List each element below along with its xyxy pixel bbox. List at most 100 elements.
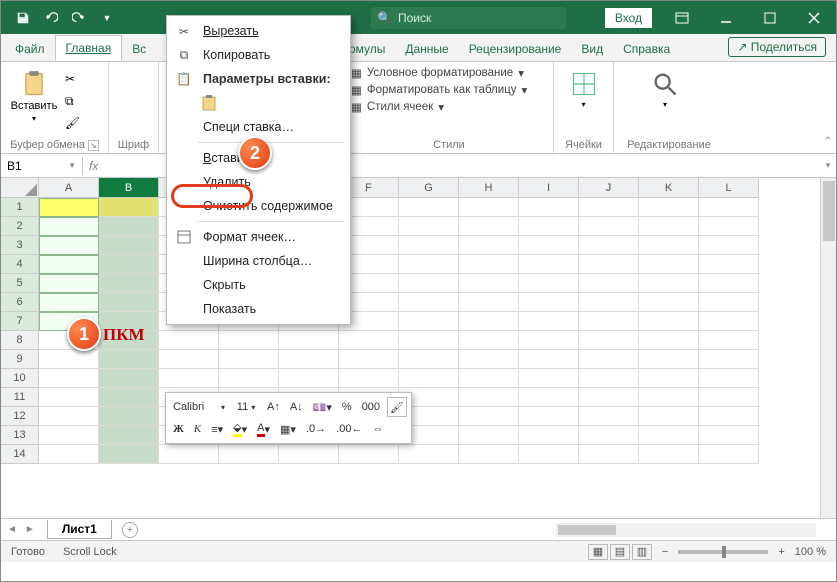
cell[interactable] (459, 198, 519, 217)
cell[interactable] (39, 217, 99, 236)
cell[interactable] (639, 426, 699, 445)
cell[interactable] (639, 198, 699, 217)
cell[interactable] (519, 255, 579, 274)
conditional-formatting-button[interactable]: ▦Условное форматирование ▾ (351, 66, 527, 80)
cell[interactable] (699, 217, 759, 236)
cell[interactable] (579, 312, 639, 331)
cell[interactable] (699, 255, 759, 274)
cell[interactable] (219, 445, 279, 464)
cell[interactable] (159, 445, 219, 464)
cell[interactable] (99, 236, 159, 255)
ctx-copy[interactable]: ⧉Копировать (167, 43, 350, 67)
mini-fill-color-icon[interactable]: ⬙▾ (230, 419, 250, 439)
cell[interactable] (519, 350, 579, 369)
cell[interactable] (39, 293, 99, 312)
sheet-tab-1[interactable]: Лист1 (47, 520, 112, 539)
cell[interactable] (459, 350, 519, 369)
cell[interactable] (219, 369, 279, 388)
row-header-14[interactable]: 14 (1, 445, 39, 464)
tab-view[interactable]: Вид (571, 37, 613, 61)
cell[interactable] (459, 312, 519, 331)
cell[interactable] (399, 217, 459, 236)
tab-data[interactable]: Данные (395, 37, 458, 61)
cell[interactable] (39, 407, 99, 426)
cell[interactable] (519, 198, 579, 217)
cell[interactable] (279, 369, 339, 388)
cell[interactable] (519, 388, 579, 407)
cell[interactable] (459, 293, 519, 312)
sheet-nav[interactable]: ◄► (1, 524, 41, 535)
cell[interactable] (99, 426, 159, 445)
search-box[interactable]: 🔍 (371, 7, 566, 29)
col-header-I[interactable]: I (519, 178, 579, 198)
mini-percent-icon[interactable]: % (339, 397, 355, 417)
cell[interactable] (639, 255, 699, 274)
ctx-delete[interactable]: Удалить (167, 170, 350, 194)
cell[interactable] (579, 331, 639, 350)
zoom-in-icon[interactable]: + (778, 546, 784, 558)
cell[interactable] (639, 407, 699, 426)
cell[interactable] (639, 388, 699, 407)
cell[interactable] (519, 274, 579, 293)
row-header-2[interactable]: 2 (1, 217, 39, 236)
cell[interactable] (459, 274, 519, 293)
qat-dropdown-icon[interactable]: ▼ (95, 6, 119, 30)
cell[interactable] (699, 426, 759, 445)
row-header-4[interactable]: 4 (1, 255, 39, 274)
row-header-5[interactable]: 5 (1, 274, 39, 293)
cell[interactable] (579, 293, 639, 312)
cell[interactable] (579, 445, 639, 464)
cell[interactable] (519, 236, 579, 255)
cell[interactable] (39, 236, 99, 255)
cell[interactable] (399, 369, 459, 388)
undo-icon[interactable] (39, 6, 63, 30)
row-header-10[interactable]: 10 (1, 369, 39, 388)
cell[interactable] (279, 350, 339, 369)
cell[interactable] (39, 255, 99, 274)
zoom-slider[interactable] (678, 550, 768, 554)
editing-button[interactable]: ▾ (620, 66, 710, 109)
cell[interactable] (99, 445, 159, 464)
cut-icon[interactable]: ✂ (65, 70, 87, 88)
zoom-out-icon[interactable]: − (662, 546, 668, 558)
cell[interactable] (639, 274, 699, 293)
row-header-3[interactable]: 3 (1, 236, 39, 255)
close-icon[interactable] (792, 1, 836, 34)
cell[interactable] (579, 274, 639, 293)
normal-view-icon[interactable]: ▦ (588, 544, 608, 560)
save-icon[interactable] (11, 6, 35, 30)
mini-format-painter-icon[interactable]: 🖌 (387, 397, 407, 417)
minimize-icon[interactable] (704, 1, 748, 34)
cell[interactable] (639, 445, 699, 464)
tab-help[interactable]: Справка (613, 37, 680, 61)
name-box[interactable]: B1▼ (1, 157, 83, 175)
cell[interactable] (699, 369, 759, 388)
tab-file[interactable]: Файл (5, 37, 55, 61)
cell[interactable] (699, 445, 759, 464)
col-header-A[interactable]: A (39, 178, 99, 198)
cell[interactable] (459, 217, 519, 236)
expand-formula-bar-icon[interactable]: ▾ (820, 160, 836, 171)
view-buttons[interactable]: ▦ ▤ ▥ (588, 544, 652, 560)
cell[interactable] (159, 369, 219, 388)
row-header-13[interactable]: 13 (1, 426, 39, 445)
mini-borders-icon[interactable]: ▦▾ (277, 419, 299, 439)
cell[interactable] (279, 331, 339, 350)
mini-increase-decimal-icon[interactable]: .0→ (303, 419, 329, 439)
cell[interactable] (639, 312, 699, 331)
col-header-B[interactable]: B (99, 178, 159, 198)
cell[interactable] (339, 331, 399, 350)
new-sheet-button[interactable]: + (122, 522, 138, 538)
cell[interactable] (579, 236, 639, 255)
signin-button[interactable]: Вход (605, 8, 652, 28)
cell[interactable] (579, 426, 639, 445)
cell[interactable] (39, 426, 99, 445)
redo-icon[interactable] (67, 6, 91, 30)
cell[interactable] (39, 445, 99, 464)
cell[interactable] (519, 369, 579, 388)
cell[interactable] (219, 331, 279, 350)
cell[interactable] (519, 293, 579, 312)
cell[interactable] (699, 312, 759, 331)
cell[interactable] (699, 293, 759, 312)
cell[interactable] (459, 255, 519, 274)
